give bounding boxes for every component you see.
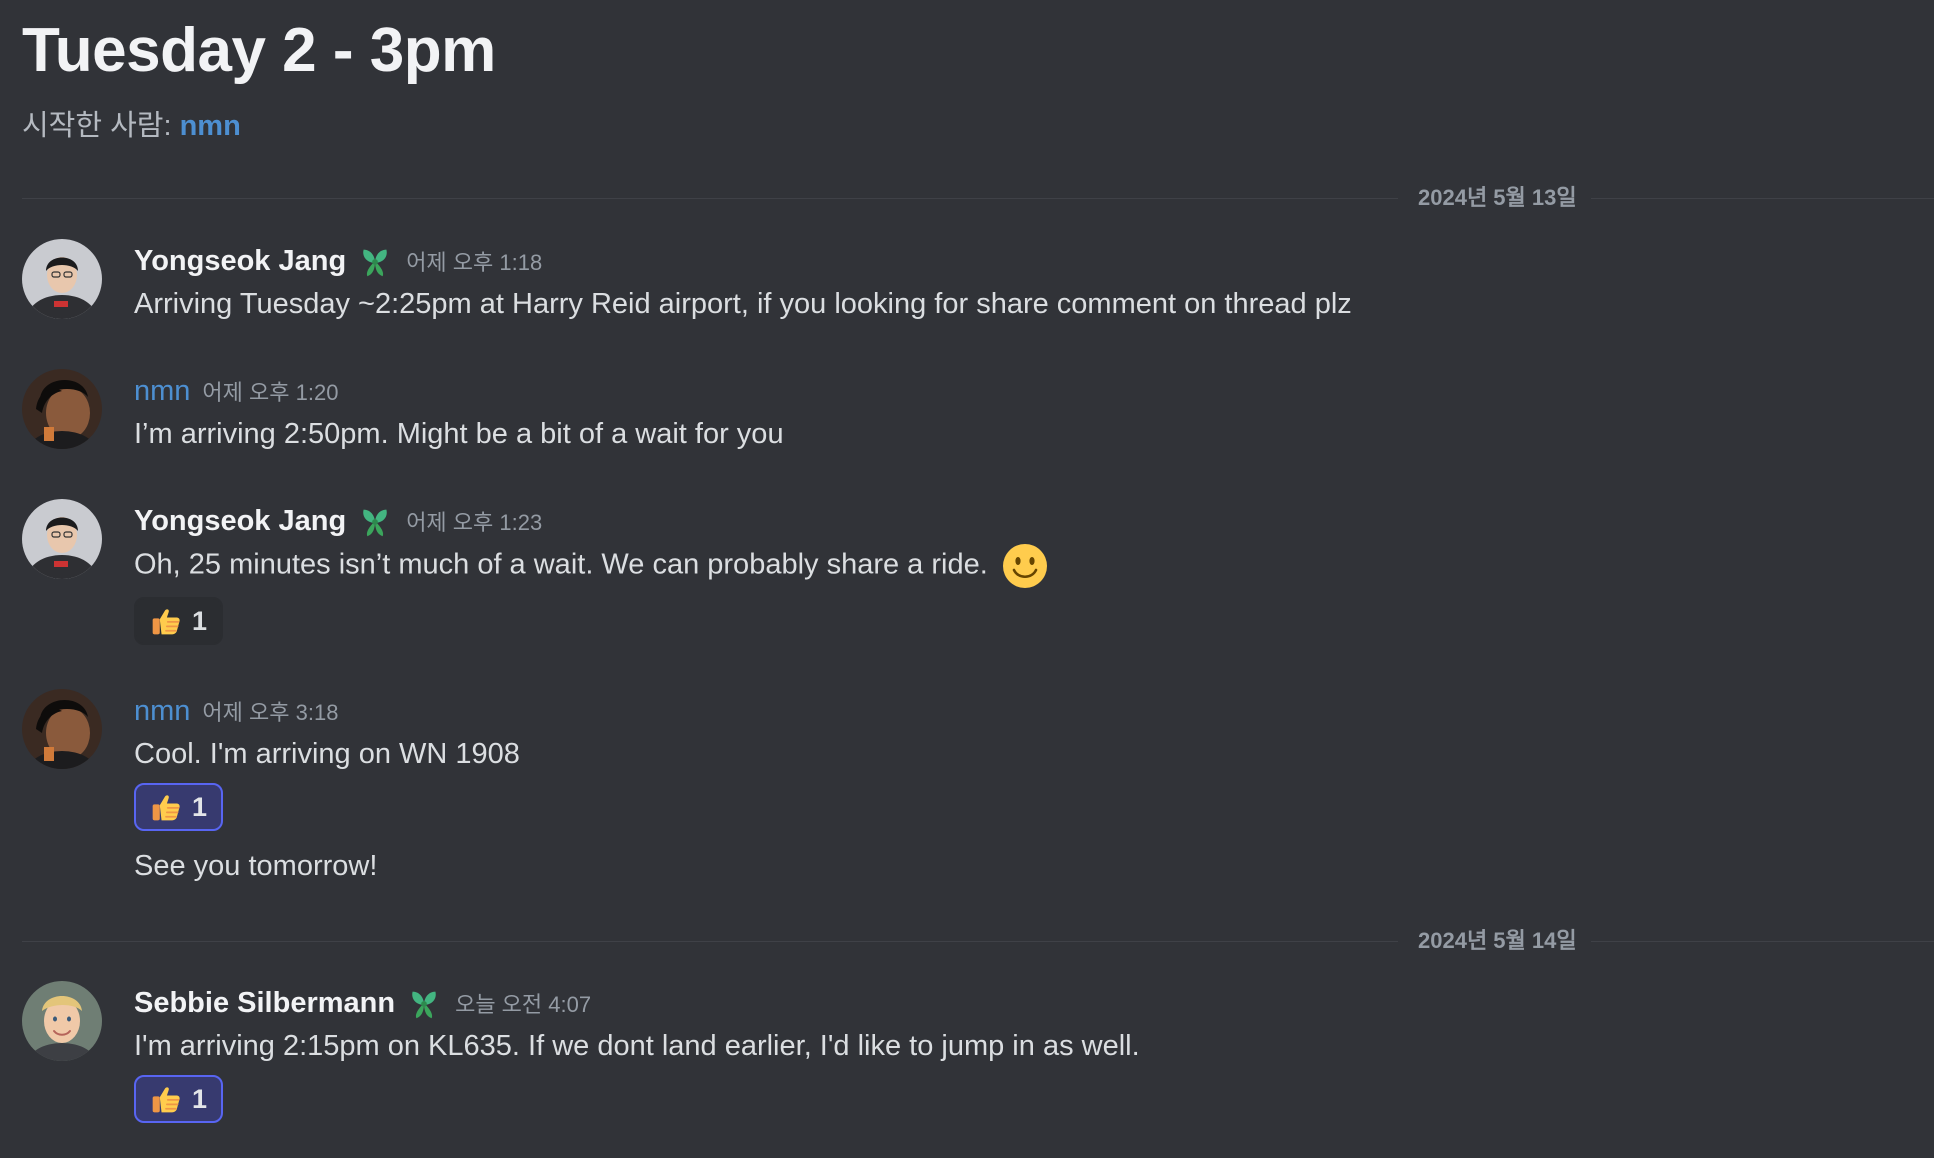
thumbs-up-icon xyxy=(150,605,182,637)
thread-title: Tuesday 2 - 3pm xyxy=(22,16,496,85)
reaction-count: 1 xyxy=(192,791,208,822)
message-author[interactable]: nmn xyxy=(134,375,190,408)
leaf-badge-icon[interactable] xyxy=(356,502,394,540)
avatar[interactable] xyxy=(22,689,102,769)
thread-header: Tuesday 2 - 3pm 시작한 사람: nmn xyxy=(22,14,496,144)
smile-emoji-icon xyxy=(1002,544,1047,588)
started-by-user-link[interactable]: nmn xyxy=(180,110,241,142)
reaction-thumbs-up[interactable]: 1 xyxy=(134,783,224,831)
message-author[interactable]: Sebbie Silbermann xyxy=(134,987,395,1020)
started-by-label: 시작한 사람: xyxy=(22,110,180,142)
reaction-thumbs-up[interactable]: 1 xyxy=(134,597,224,645)
reaction-count: 1 xyxy=(192,605,208,636)
message-author[interactable]: Yongseok Jang xyxy=(134,245,346,278)
message-timestamp: 어제 오후 1:23 xyxy=(406,510,543,535)
message-timestamp: 어제 오후 1:18 xyxy=(406,250,543,275)
avatar[interactable] xyxy=(22,499,102,579)
thread-started-by: 시작한 사람: nmn xyxy=(22,102,496,144)
date-divider-label: 2024년 5월 14일 xyxy=(1398,926,1591,956)
avatar[interactable] xyxy=(22,239,102,319)
message-followup-text: See you tomorrow! xyxy=(134,850,378,882)
thumbs-up-icon xyxy=(150,791,182,823)
date-divider-label: 2024년 5월 13일 xyxy=(1398,183,1591,213)
message-text: Oh, 25 minutes isn’t much of a wait. We … xyxy=(134,548,988,581)
message-timestamp: 어제 오후 1:20 xyxy=(202,380,339,405)
message-text-row: Oh, 25 minutes isn’t much of a wait. We … xyxy=(134,543,1914,589)
message-author[interactable]: Yongseok Jang xyxy=(134,505,346,538)
message-text: Arriving Tuesday ~2:25pm at Harry Reid a… xyxy=(134,288,1352,320)
leaf-badge-icon[interactable] xyxy=(356,242,394,280)
avatar[interactable] xyxy=(22,981,102,1061)
message-text: Cool. I'm arriving on WN 1908 xyxy=(134,738,520,770)
message-timestamp: 오늘 오전 4:07 xyxy=(455,992,592,1017)
message-timestamp: 어제 오후 3:18 xyxy=(202,700,339,725)
avatar[interactable] xyxy=(22,369,102,449)
message-text: I’m arriving 2:50pm. Might be a bit of a… xyxy=(134,418,784,450)
thumbs-up-icon xyxy=(150,1083,182,1115)
reaction-count: 1 xyxy=(192,1083,208,1114)
reaction-thumbs-up[interactable]: 1 xyxy=(134,1075,224,1123)
message-text: I'm arriving 2:15pm on KL635. If we dont… xyxy=(134,1030,1140,1062)
message-author[interactable]: nmn xyxy=(134,695,190,728)
leaf-badge-icon[interactable] xyxy=(405,984,443,1022)
